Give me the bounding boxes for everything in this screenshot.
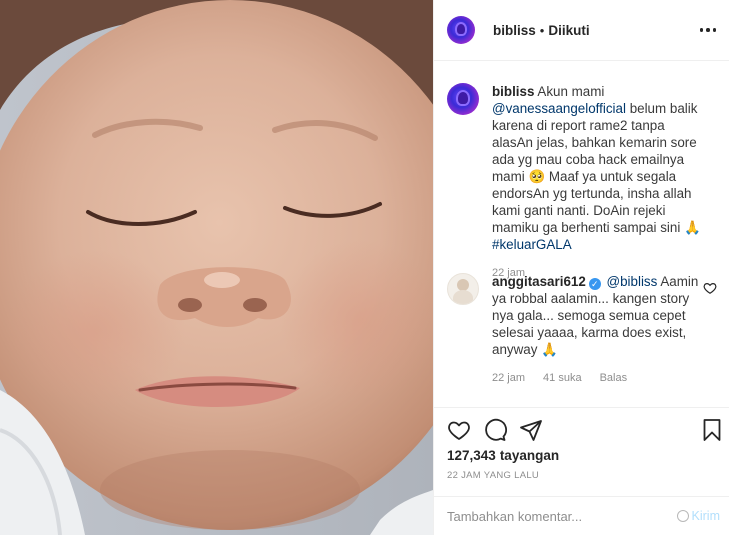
- heart-icon[interactable]: [447, 418, 471, 442]
- caption-text-before-mention: Akun mami: [537, 84, 605, 99]
- add-comment-section: Kirim: [434, 496, 729, 535]
- follow-status-button[interactable]: Diikuti: [548, 23, 589, 38]
- caption-hashtag-link[interactable]: #keluarGALA: [492, 237, 572, 252]
- comment-input[interactable]: [447, 508, 677, 524]
- caption-text: belum balik karena di report rame2 tanpa…: [492, 101, 701, 235]
- comment-body: anggitasari612 ✓ @bibliss Aamin ya robbal…: [492, 273, 702, 387]
- post-header: bibliss • Diikuti: [434, 0, 729, 61]
- baby-photo: [0, 0, 433, 535]
- caption-avatar[interactable]: [447, 83, 479, 115]
- bookmark-icon[interactable]: [700, 418, 724, 442]
- caption-username[interactable]: bibliss: [492, 84, 534, 99]
- view-count[interactable]: 127,343 tayangan: [447, 448, 559, 463]
- comment-meta: 22 jam 41 suka Balas: [492, 370, 702, 387]
- verified-badge-icon: ✓: [588, 278, 601, 290]
- instagram-post: bibliss • Diikuti bibliss Akun mami @van…: [0, 0, 729, 535]
- comment-like-heart-icon[interactable]: [703, 281, 717, 295]
- posted-timestamp[interactable]: 22 JAM YANG LALU: [447, 470, 539, 481]
- comment-likes[interactable]: 41 suka: [543, 370, 582, 387]
- caption-body: bibliss Akun mami @vanessaangelofficial …: [492, 83, 702, 282]
- post-side-panel: bibliss • Diikuti bibliss Akun mami @van…: [433, 0, 729, 535]
- share-icon[interactable]: [519, 418, 543, 442]
- comment-mention-link[interactable]: @bibliss: [607, 274, 658, 289]
- view-count-number: 127,343: [447, 448, 496, 463]
- author-username[interactable]: bibliss: [493, 23, 536, 38]
- comment-reply-button[interactable]: Balas: [600, 370, 628, 387]
- action-bar: 127,343 tayangan 22 JAM YANG LALU: [434, 407, 729, 496]
- view-count-label: tayangan: [499, 448, 560, 463]
- header-separator: •: [539, 22, 545, 38]
- author-avatar[interactable]: [447, 16, 475, 44]
- commenter-username[interactable]: anggitasari612: [492, 274, 586, 289]
- caption-mention-link[interactable]: @vanessaangelofficial: [492, 101, 626, 116]
- post-video[interactable]: [0, 0, 433, 535]
- comment-time[interactable]: 22 jam: [492, 370, 525, 387]
- post-comment-label: Kirim: [691, 509, 720, 523]
- comment-icon[interactable]: [483, 418, 507, 442]
- more-horizontal-icon[interactable]: [698, 22, 718, 38]
- commenter-avatar[interactable]: [447, 273, 479, 305]
- comments-list: bibliss Akun mami @vanessaangelofficial …: [434, 61, 729, 407]
- post-comment-button[interactable]: Kirim: [676, 509, 720, 523]
- emoji-icon[interactable]: [676, 510, 689, 522]
